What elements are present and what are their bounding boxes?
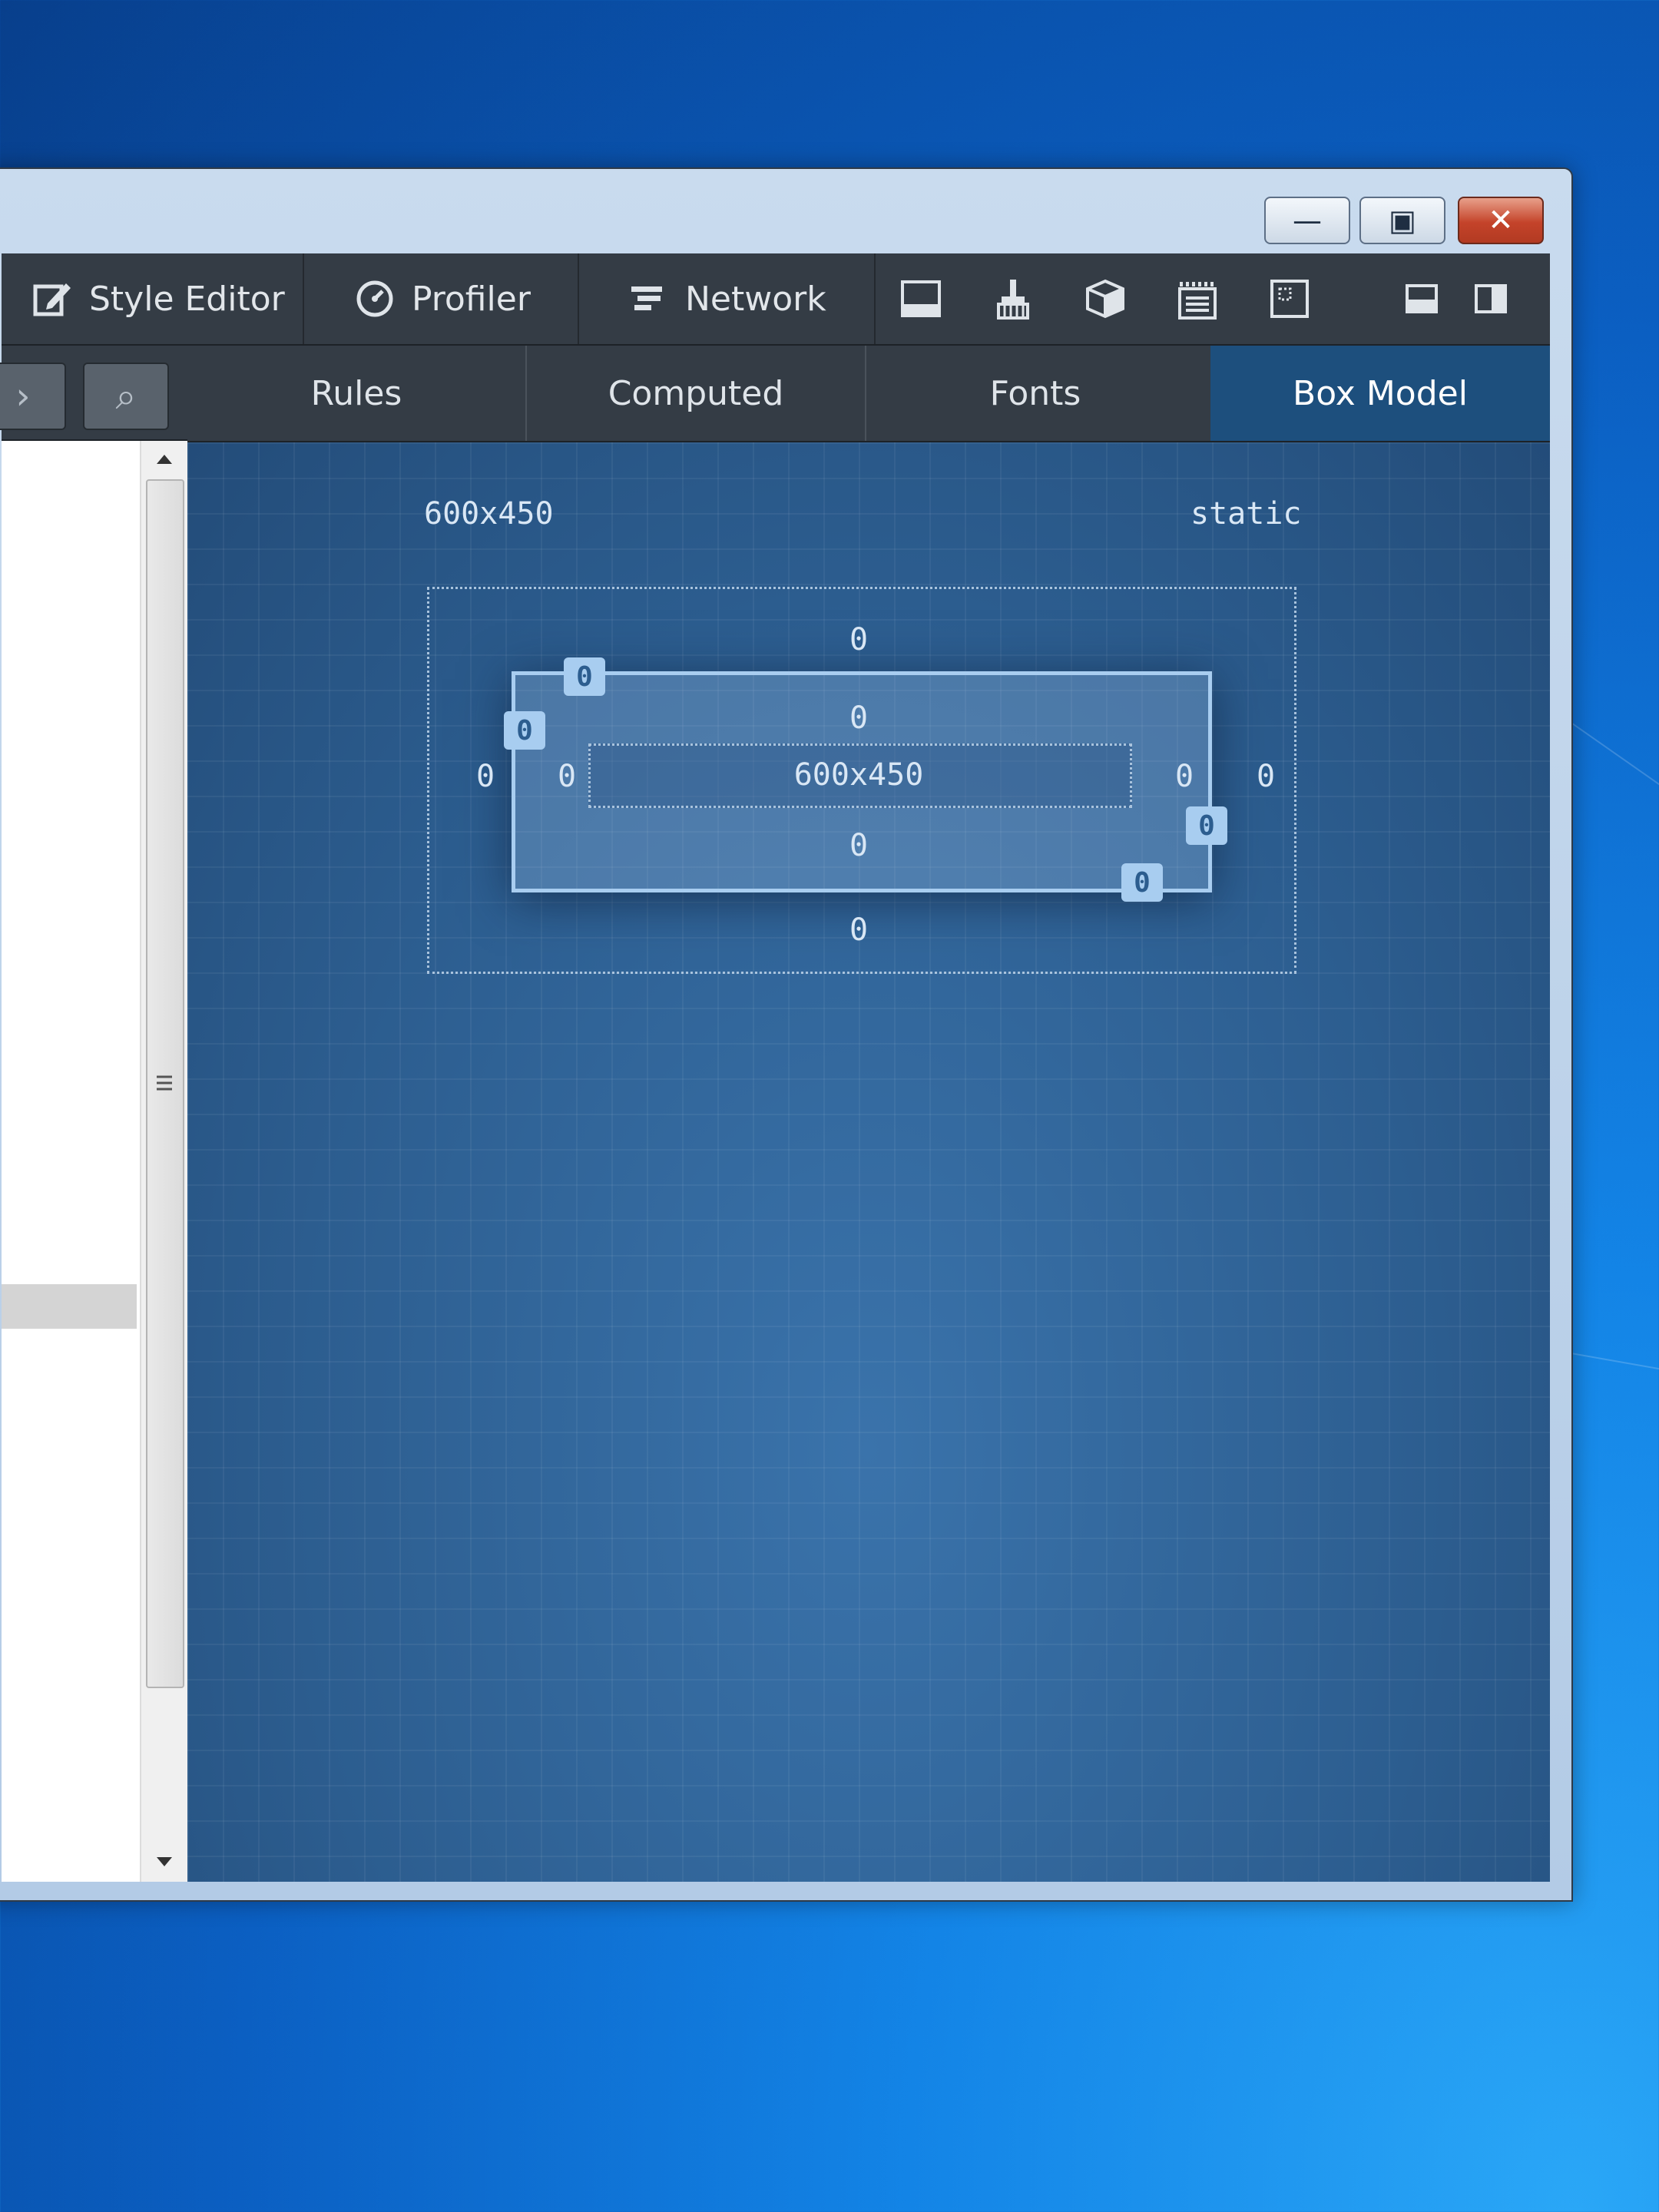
padding-left-value[interactable]: 0 [558, 759, 576, 794]
scratchpad-icon[interactable] [1177, 278, 1218, 320]
scroll-thumb[interactable] [146, 479, 184, 1688]
tab-box-model[interactable]: Box Model [1210, 346, 1550, 441]
dock-side-icon[interactable] [1470, 278, 1512, 320]
tab-fonts[interactable]: Fonts [866, 346, 1204, 441]
tab-network[interactable]: Network [581, 253, 876, 344]
border-right-value: 0 [1198, 810, 1215, 842]
border-top-value: 0 [576, 661, 593, 693]
border-left-value: 0 [516, 714, 533, 747]
desktop-light-line [1566, 1352, 1659, 1375]
search-icon: ⌕ [115, 374, 137, 418]
tab-style-editor[interactable]: Style Editor [2, 253, 304, 344]
tab-rules[interactable]: Rules [187, 346, 527, 441]
padding-right-value[interactable]: 0 [1175, 759, 1194, 794]
split-console-icon[interactable] [900, 278, 942, 320]
scroll-up-icon[interactable] [155, 453, 174, 465]
selected-markup-row[interactable] [2, 1284, 137, 1329]
tab-label: Box Model [1293, 373, 1468, 413]
margin-right-value[interactable]: 0 [1257, 759, 1275, 794]
border-top-badge[interactable]: 0 [564, 657, 605, 696]
devtools-panel: Style Editor Profiler Network › ⌕ Rules … [0, 253, 1550, 1882]
margin-bottom-value[interactable]: 0 [849, 912, 868, 948]
minimize-button[interactable]: — [1264, 197, 1350, 244]
chevron-right-icon: › [15, 375, 31, 418]
position-value: static [1190, 496, 1302, 531]
tab-label: Network [685, 279, 826, 319]
sidebar-tabs: Rules Computed Fonts Box Model [187, 346, 1550, 442]
profiler-icon [355, 279, 395, 319]
inspector-sidebar: Rules Computed Fonts Box Model 600x450 s… [187, 346, 1550, 1882]
close-icon: ✕ [1488, 203, 1514, 238]
border-left-badge[interactable]: 0 [504, 711, 545, 750]
minimize-icon: — [1293, 204, 1322, 237]
paintbrush-icon[interactable] [992, 278, 1034, 320]
responsive-icon[interactable] [1269, 278, 1310, 320]
3d-view-icon[interactable] [1084, 278, 1126, 320]
tab-label: Computed [608, 373, 784, 413]
grip-icon [157, 1075, 172, 1091]
tab-label: Fonts [989, 373, 1081, 413]
devtools-toolbar: Style Editor Profiler Network [2, 253, 1550, 346]
tab-computed[interactable]: Computed [527, 346, 866, 441]
border-right-badge[interactable]: 0 [1186, 806, 1227, 845]
vertical-scrollbar[interactable] [140, 441, 187, 1882]
margin-top-value[interactable]: 0 [849, 622, 868, 657]
markup-toolbar: › ⌕ [0, 346, 187, 441]
window-titlebar[interactable]: — ▣ ✕ [0, 169, 1571, 253]
inspect-search-button[interactable]: ⌕ [83, 363, 169, 430]
dock-bottom-icon[interactable] [1401, 278, 1442, 320]
maximize-icon: ▣ [1389, 204, 1416, 237]
close-button[interactable]: ✕ [1458, 197, 1544, 244]
padding-bottom-value[interactable]: 0 [849, 828, 868, 863]
box-model-view: 600x450 static 0 0 0 0 0 0 0 0 600x450 0… [187, 442, 1550, 1882]
margin-left-value[interactable]: 0 [476, 759, 495, 794]
content-dimensions: 600x450 [793, 757, 924, 793]
element-dimensions: 600x450 [424, 496, 554, 531]
tab-label: Rules [310, 373, 402, 413]
browser-window: — ▣ ✕ Style Editor Profiler Network › ⌕ … [0, 167, 1573, 1902]
network-icon [628, 279, 668, 319]
markup-panel: › ⌕ [0, 346, 187, 1882]
maximize-button[interactable]: ▣ [1359, 197, 1445, 244]
tab-label: Profiler [412, 279, 531, 319]
tab-label: Style Editor [89, 279, 285, 319]
breadcrumb-next-button[interactable]: › [0, 363, 66, 430]
border-bottom-badge[interactable]: 0 [1121, 863, 1163, 902]
border-bottom-value: 0 [1134, 866, 1151, 899]
style-editor-icon [32, 279, 72, 319]
scroll-down-icon[interactable] [155, 1856, 174, 1868]
padding-top-value[interactable]: 0 [849, 700, 868, 736]
tab-profiler[interactable]: Profiler [306, 253, 579, 344]
